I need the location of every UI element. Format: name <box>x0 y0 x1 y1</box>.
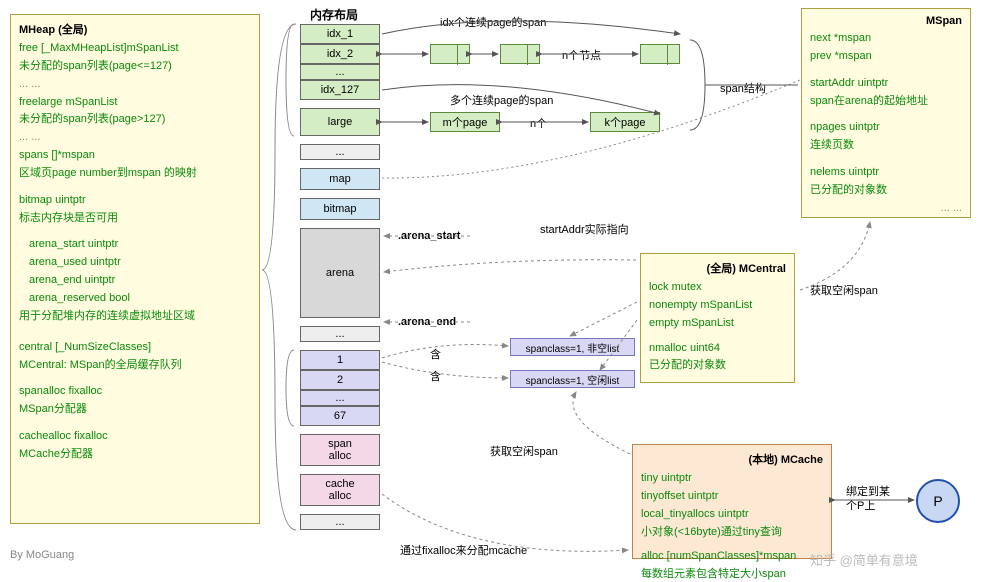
span-node <box>640 44 680 64</box>
span-node <box>430 44 470 64</box>
contain-label1: 含 <box>430 346 441 362</box>
fixalloc-label: 通过fixalloc来分配mcache <box>400 542 527 558</box>
mheap-freelarge: freelarge mSpanList <box>19 95 251 110</box>
mem-large: large <box>300 108 380 136</box>
n-nodes-label: n个节点 <box>562 47 601 63</box>
span-struct-label: span结构 <box>720 80 766 96</box>
mheap-bitmap: bitmap uintptr <box>19 193 251 208</box>
mcentral-empty: empty mSpanList <box>649 316 786 331</box>
mheap-spans-desc: 区域页page number到mspan 的映射 <box>19 166 251 181</box>
mcentral-title: (全局) MCentral <box>649 260 786 276</box>
mem-spanalloc: span alloc <box>300 434 380 466</box>
mem-map: map <box>300 168 380 190</box>
n-arrow-label: n个 <box>530 115 547 131</box>
mspan-npages: npages uintptr <box>810 120 962 135</box>
dots: ... ... <box>19 130 251 145</box>
mheap-a1: arena_start uintptr <box>19 237 251 252</box>
mem-cachealloc: cache alloc <box>300 474 380 506</box>
mem-arena: arena <box>300 228 380 318</box>
mheap-box: MHeap (全局) free [_MaxMHeapList]mSpanList… <box>10 14 260 524</box>
large-node-m: m个page <box>430 112 500 132</box>
watermark: 知乎 @简单有意境 <box>810 550 918 569</box>
mcache-local: local_tinyallocs uintptr <box>641 507 823 522</box>
mheap-arena-desc: 用于分配堆内存的连续虚拟地址区域 <box>19 309 251 324</box>
mem-n1: 1 <box>300 350 380 370</box>
mem-idx127: idx_127 <box>300 80 380 100</box>
mspan-npages-desc: 连续页数 <box>810 138 962 153</box>
span-multi-label: 多个连续page的span <box>450 92 553 108</box>
mem-idxdots: ... <box>300 64 380 80</box>
mem-idx1: idx_1 <box>300 24 380 44</box>
layout-header: 内存布局 <box>310 6 358 23</box>
span-node <box>500 44 540 64</box>
mcache-tinyoffset: tinyoffset uintptr <box>641 489 823 504</box>
mheap-free: free [_MaxMHeapList]mSpanList <box>19 42 179 54</box>
mheap-central-desc: MCentral: MSpan的全局缓存队列 <box>19 358 251 373</box>
mem-n2: 2 <box>300 370 380 390</box>
get-span-label2: 获取空闲span <box>490 443 558 459</box>
large-node-k: k个page <box>590 112 660 132</box>
mheap-title: MHeap (全局) <box>19 21 251 37</box>
mheap-a3: arena_end uintptr <box>19 273 251 288</box>
mcache-title: (本地) MCache <box>641 451 823 467</box>
dots: ... ... <box>19 77 251 92</box>
mheap-bitmap-desc: 标志内存块是否可用 <box>19 211 251 226</box>
p-circle: P <box>916 479 960 523</box>
mcache-alloc-desc: 每数组元素包含特定大小span <box>641 567 823 582</box>
sc-empty: spanclass=1, 空闲list <box>510 370 635 388</box>
sc-nonempty: spanclass=1, 非空list <box>510 338 635 356</box>
p-label: P <box>933 493 942 509</box>
mcentral-nmalloc: nmalloc uint64 <box>649 341 786 356</box>
mspan-nelems: nelems uintptr <box>810 165 962 180</box>
mheap-spans: spans []*mspan <box>19 148 251 163</box>
mheap-a2: arena_used uintptr <box>19 255 251 270</box>
mheap-freelarge-desc: 未分配的span列表(page>127) <box>19 112 251 127</box>
mheap-cachealloc-desc: MCache分配器 <box>19 447 251 462</box>
mspan-prev: prev *mspan <box>810 49 962 64</box>
mem-n67: 67 <box>300 406 380 426</box>
arena-start-label: .arena_start <box>398 230 460 242</box>
mem-idx2: idx_2 <box>300 44 380 64</box>
mcentral-nmalloc-desc: 已分配的对象数 <box>649 358 786 373</box>
mspan-next: next *mspan <box>810 31 962 46</box>
mem-bitmap: bitmap <box>300 198 380 220</box>
mspan-startaddr-desc: span在arena的起始地址 <box>810 94 962 109</box>
mheap-spanalloc: spanalloc fixalloc <box>19 384 251 399</box>
mem-dots: ... <box>300 144 380 160</box>
contain-label2: 含 <box>430 368 441 384</box>
bind-p-label: 绑定到某 个P上 <box>846 485 890 514</box>
mspan-title: MSpan <box>810 15 962 27</box>
arena-end-label: .arena_end <box>398 316 456 328</box>
mcache-box: (本地) MCache tiny uintptr tinyoffset uint… <box>632 444 832 559</box>
mheap-central: central [_NumSizeClasses] <box>19 340 251 355</box>
mcache-alloc: alloc [numSpanClasses]*mspan <box>641 549 823 564</box>
mspan-box: MSpan next *mspan prev *mspan startAddr … <box>801 8 971 218</box>
get-span-label: 获取空闲span <box>810 282 878 298</box>
startaddr-point-label: startAddr实际指向 <box>540 221 629 237</box>
mheap-spanalloc-desc: MSpan分配器 <box>19 402 251 417</box>
mcache-tiny: tiny uintptr <box>641 471 823 486</box>
dots: ... ... <box>810 201 962 216</box>
mem-enddots: ... <box>300 514 380 530</box>
mcentral-box: (全局) MCentral lock mutex nonempty mSpanL… <box>640 253 795 383</box>
mheap-free-desc: 未分配的span列表(page<=127) <box>19 59 251 74</box>
mheap-a4: arena_reserved bool <box>19 291 251 306</box>
mcache-local-desc: 小对象(<16byte)通过tiny查询 <box>641 525 823 540</box>
mcentral-lock: lock mutex <box>649 280 786 295</box>
mspan-nelems-desc: 已分配的对象数 <box>810 183 962 198</box>
mem-ndots: ... <box>300 390 380 406</box>
mcentral-nonempty: nonempty mSpanList <box>649 298 786 313</box>
byline: By MoGuang <box>10 549 74 561</box>
mem-dots: ... <box>300 326 380 342</box>
span-idx-label: idx个连续page的span <box>440 14 546 30</box>
mheap-cachealloc: cachealloc fixalloc <box>19 429 251 444</box>
mspan-startaddr: startAddr uintptr <box>810 76 962 91</box>
